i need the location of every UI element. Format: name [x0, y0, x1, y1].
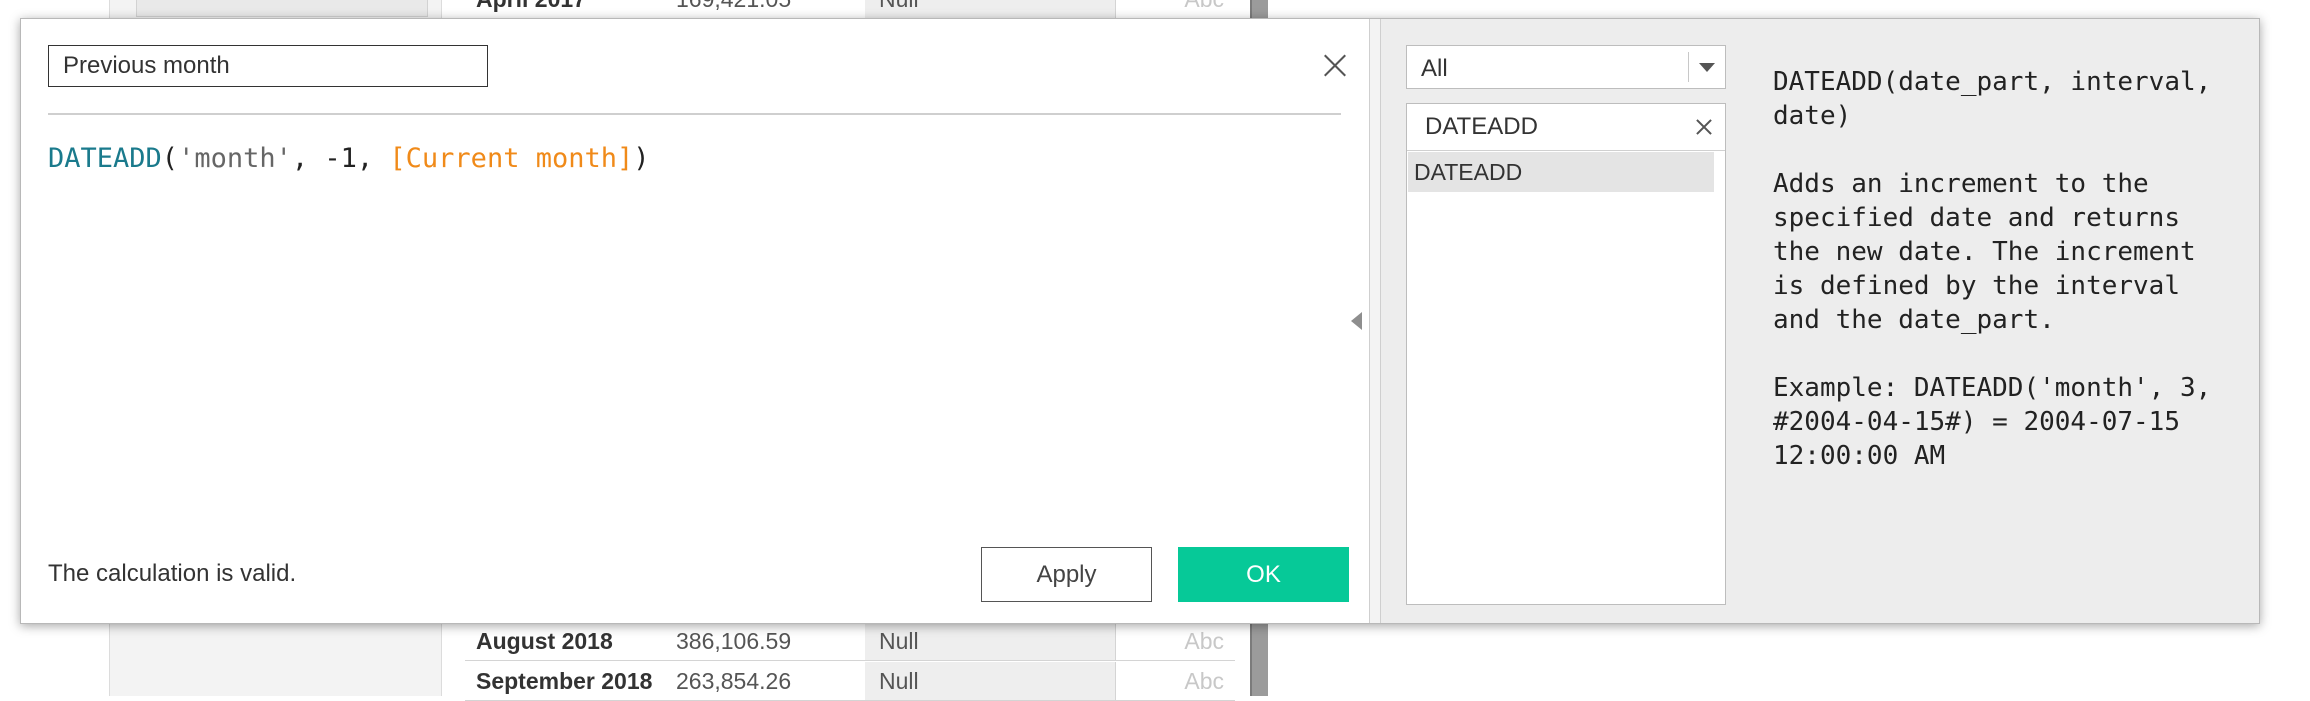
formula-function-token: DATEADD: [48, 143, 162, 174]
abc-cell: Abc: [1115, 622, 1234, 660]
null-text: Null: [879, 0, 919, 13]
function-search-value: DATEADD: [1425, 113, 1538, 140]
formula-editor[interactable]: DATEADD('month', -1, [Current month]): [48, 143, 1338, 543]
abc-text: Abc: [1184, 0, 1224, 13]
functions-pane: All DATEADD DATEADD DATEADD(date_part, i…: [1381, 19, 2259, 623]
formula-argument-separator: , -1,: [291, 143, 390, 174]
panel-splitter[interactable]: [1369, 19, 1381, 623]
null-cell: Null: [865, 662, 1115, 700]
table-row: August 2018 386,106.59 Null Abc: [465, 622, 1235, 661]
abc-text: Abc: [1184, 668, 1224, 694]
row-label: September 2018: [476, 668, 653, 694]
formula-paren-open: (: [161, 143, 179, 174]
null-cell: Null: [865, 0, 1115, 18]
null-text: Null: [879, 668, 919, 694]
row-value: 169,421.05: [676, 0, 791, 13]
apply-button[interactable]: Apply: [981, 547, 1152, 602]
abc-cell: Abc: [1115, 662, 1234, 700]
collapse-panel-arrow-icon[interactable]: [1351, 312, 1362, 330]
formula-paren-close: ): [633, 143, 650, 174]
data-pane-field-background: [136, 0, 428, 17]
chevron-down-icon: [1699, 63, 1715, 72]
formula-string-token: 'month': [178, 143, 292, 174]
function-help-text: DATEADD(date_part, interval, date) Adds …: [1773, 67, 2212, 471]
row-value: 386,106.59: [676, 628, 792, 654]
clear-search-icon[interactable]: [1695, 118, 1713, 136]
divider: [48, 113, 1341, 115]
function-category-dropdown[interactable]: All: [1406, 45, 1726, 89]
abc-cell: Abc: [1115, 0, 1234, 18]
table-row: September 2018 263,854.26 Null Abc: [465, 662, 1235, 701]
abc-text: Abc: [1184, 628, 1224, 654]
row-label: April 2017: [476, 0, 586, 13]
dropdown-separator: [1688, 52, 1689, 82]
function-list: DATEADD DATEADD: [1406, 103, 1726, 605]
table-row: April 2017 169,421.05 Null Abc: [465, 0, 1235, 19]
null-cell: Null: [865, 622, 1115, 660]
function-list-item-label: DATEADD: [1414, 159, 1523, 185]
calculation-name-input[interactable]: [48, 45, 488, 87]
row-value: 263,854.26: [676, 668, 792, 694]
formula-field-token: [Current month]: [389, 143, 634, 174]
calculation-editor-pane: DATEADD('month', -1, [Current month]) Th…: [21, 19, 1369, 623]
validation-status: The calculation is valid.: [48, 560, 297, 587]
category-value: All: [1421, 55, 1448, 82]
function-search-input[interactable]: DATEADD: [1407, 104, 1725, 151]
close-icon[interactable]: [1319, 49, 1351, 81]
row-label: August 2018: [476, 628, 613, 654]
null-text: Null: [879, 628, 919, 654]
calculation-dialog: DATEADD('month', -1, [Current month]) Th…: [20, 18, 2260, 624]
ok-button[interactable]: OK: [1178, 547, 1349, 602]
function-list-item[interactable]: DATEADD: [1408, 152, 1714, 192]
